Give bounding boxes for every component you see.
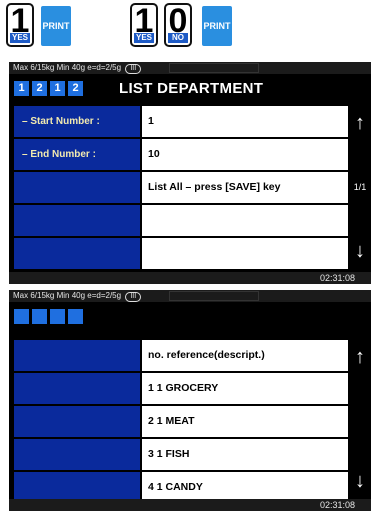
clock-bar: 02:31:08 <box>9 272 371 284</box>
department-entry: 1 1 GROCERY <box>142 373 348 404</box>
status-indicator-box <box>169 291 259 301</box>
arrow-up-icon[interactable]: ↑ <box>351 108 369 138</box>
capacity-text: Max 6/15kg Min 40g e=d=2/5g <box>13 291 122 300</box>
key-1-yes[interactable]: 1 YES <box>130 3 158 47</box>
scale-screen-list-department: Max 6/15kg Min 40g e=d=2/5g III 1 2 1 2 … <box>9 62 371 284</box>
clock-bar: 02:31:08 <box>9 499 371 511</box>
page-title: LIST DEPARTMENT <box>119 80 264 97</box>
start-number-field[interactable]: 1 <box>142 106 348 137</box>
row-value <box>142 238 348 269</box>
key-sub-label: YES <box>134 33 154 43</box>
clock-time: 02:31:08 <box>319 273 355 283</box>
table-row[interactable]: – End Number : 10 <box>14 139 348 170</box>
table-row[interactable]: – Start Number : 1 <box>14 106 348 137</box>
row-label <box>14 172 140 203</box>
table-row <box>14 205 348 236</box>
row-label <box>14 340 140 371</box>
key-sub-label: NO <box>168 33 188 43</box>
scale-screen-department-list: Max 6/15kg Min 40g e=d=2/5g III no. refe… <box>9 290 371 511</box>
arrow-down-icon[interactable]: ↓ <box>351 466 369 496</box>
menu-code-cell: 2 <box>32 81 47 96</box>
row-label <box>14 406 140 437</box>
settings-table: – Start Number : 1 – End Number : 10 Lis… <box>14 106 348 271</box>
capacity-text: Max 6/15kg Min 40g e=d=2/5g <box>13 63 122 72</box>
list-item[interactable]: 1 1 GROCERY <box>14 373 348 404</box>
menu-code-cell <box>50 309 65 324</box>
accuracy-class-badge: III <box>125 64 142 74</box>
menu-code-cell <box>14 309 29 324</box>
menu-code-cells: 1 2 1 2 <box>14 81 86 97</box>
clock-time: 02:31:08 <box>319 500 355 510</box>
department-entry: 2 1 MEAT <box>142 406 348 437</box>
menu-code-cell <box>68 309 83 324</box>
arrow-up-icon[interactable]: ↑ <box>351 342 369 372</box>
row-label: – Start Number : <box>14 106 140 137</box>
key-0-no[interactable]: 0 NO <box>164 3 192 47</box>
key-sequence: 1 YES PRINT 1 YES 0 NO PRINT <box>0 0 380 56</box>
table-row <box>14 238 348 269</box>
list-header: no. reference(descript.) <box>14 340 348 371</box>
status-bar: Max 6/15kg Min 40g e=d=2/5g III <box>9 62 371 74</box>
menu-code-cell: 1 <box>50 81 65 96</box>
arrow-down-icon[interactable]: ↓ <box>351 236 369 266</box>
department-entry: 3 1 FISH <box>142 439 348 470</box>
print-key[interactable]: PRINT <box>41 6 71 46</box>
column-header: no. reference(descript.) <box>142 340 348 371</box>
row-label: – End Number : <box>14 139 140 170</box>
menu-code-cell: 2 <box>68 81 83 96</box>
row-label <box>14 439 140 470</box>
title-bar <box>9 304 371 330</box>
row-label <box>14 238 140 269</box>
accuracy-class-badge: III <box>125 292 142 302</box>
status-indicator-box <box>169 63 259 73</box>
department-list: no. reference(descript.) 1 1 GROCERY 2 1… <box>14 340 348 505</box>
end-number-field[interactable]: 10 <box>142 139 348 170</box>
table-row[interactable]: List All – press [SAVE] key <box>14 172 348 203</box>
row-label <box>14 373 140 404</box>
key-sub-label: YES <box>10 33 30 43</box>
page-indicator: 1/1 <box>353 182 367 192</box>
menu-code-cells <box>14 309 86 325</box>
row-label <box>14 205 140 236</box>
list-item[interactable]: 2 1 MEAT <box>14 406 348 437</box>
print-key[interactable]: PRINT <box>202 6 232 46</box>
list-all-hint: List All – press [SAVE] key <box>142 172 348 203</box>
key-1-yes[interactable]: 1 YES <box>6 3 34 47</box>
row-value <box>142 205 348 236</box>
menu-code-cell: 1 <box>14 81 29 96</box>
menu-code-cell <box>32 309 47 324</box>
list-item[interactable]: 3 1 FISH <box>14 439 348 470</box>
title-bar: 1 2 1 2 LIST DEPARTMENT <box>9 76 371 102</box>
status-bar: Max 6/15kg Min 40g e=d=2/5g III <box>9 290 371 302</box>
